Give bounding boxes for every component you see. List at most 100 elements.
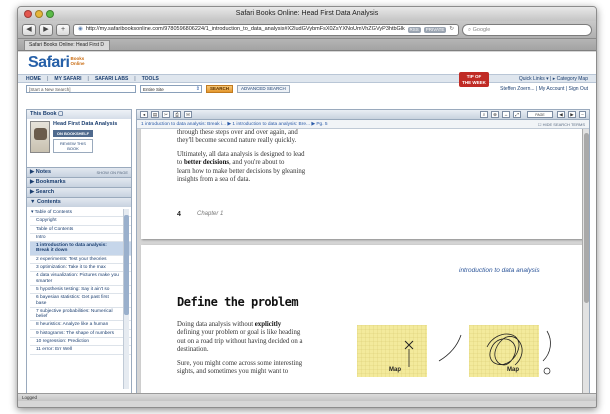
toc-item[interactable]: 2 experiments: Test your theories — [30, 256, 131, 265]
tab-safari-books[interactable]: Safari Books Online: Head First D — [24, 40, 110, 50]
bookmarks-section[interactable]: ▶ Bookmarks — [27, 177, 131, 187]
nav-safari-labs[interactable]: SAFARI LABS — [95, 76, 128, 82]
review-book-button[interactable]: REVIEW THIS BOOK — [53, 139, 93, 153]
text-line: sights, and sometimes you might want to — [177, 368, 289, 376]
nav-home[interactable]: HOME — [26, 76, 41, 82]
contents-label: Contents — [36, 199, 61, 205]
tab-bar: Safari Books Online: Head First D — [18, 39, 596, 51]
nav-tools[interactable]: TOOLS — [142, 76, 159, 82]
scissors-icon: ✂ — [164, 112, 168, 117]
search-input[interactable]: [Start a New Search] — [26, 84, 136, 93]
toc-scrollbar[interactable] — [123, 209, 129, 389]
this-book-label: This Book — [30, 111, 57, 117]
safari-logo[interactable]: Safari Books Online — [28, 55, 84, 71]
toc-item[interactable]: Copyright — [30, 217, 131, 226]
notes-section[interactable]: ▶ Notes SHOW ON PAGE — [27, 167, 131, 177]
sidebar: This Book ▢ Head First Data Analysis ON … — [26, 109, 132, 397]
minus-icon: – — [581, 112, 584, 117]
nav-my-safari[interactable]: MY SAFARI — [54, 76, 81, 82]
on-bookshelf-button[interactable]: ON BOOKSHELF — [53, 130, 93, 137]
toc-item[interactable]: 6 bayesian statistics: Get past first ba… — [30, 294, 131, 308]
viewer-toolbar: ◂ ▤ ✂ ⎙ ✉ ⌕ ⊕ ↔ ⤢ PAGE ◀ ▶ – — [137, 110, 589, 120]
private-badge[interactable]: PRIVATE — [423, 26, 447, 33]
forward-button[interactable]: ▶ — [39, 23, 53, 36]
chevron-left-icon: ◀ — [559, 112, 563, 117]
collapse-sidebar-button[interactable]: ◂ — [140, 111, 148, 118]
back-button[interactable]: ◀ — [22, 23, 36, 36]
category-map-link[interactable]: Category Map — [557, 76, 588, 82]
google-search-placeholder: Google — [472, 26, 491, 33]
toc-item[interactable]: 7 subjective probabilities: Numerical be… — [30, 308, 131, 322]
quick-links-link[interactable]: Quick Links — [519, 76, 545, 82]
breadcrumb-text[interactable]: 1 introduction to data analysis: Break i… — [141, 122, 328, 127]
my-account-link[interactable]: My Account — [539, 86, 565, 92]
previous-page-button[interactable]: ◀ — [557, 111, 565, 118]
reload-icon[interactable]: ↻ — [449, 25, 454, 35]
zoom-in-button[interactable]: ⊕ — [491, 111, 499, 118]
email-button[interactable]: ✉ — [184, 111, 192, 118]
page-viewer[interactable]: through these steps over and over again,… — [137, 129, 589, 397]
search-section[interactable]: ▶ Search — [27, 187, 131, 197]
toc-item[interactable]: Table of Contents — [30, 226, 131, 234]
search-scope-select[interactable]: Entire Site ⇕ — [140, 84, 202, 93]
toc-item[interactable]: 9 histograms: The shape of numbers — [30, 330, 131, 339]
toc-item-selected[interactable]: 1 introduction to data analysis: Break i… — [30, 242, 131, 256]
status-bar: Logged — [18, 393, 596, 401]
rss-badge[interactable]: RSS — [407, 26, 421, 33]
google-search-field[interactable]: ⌕ Google — [462, 23, 592, 36]
book-title[interactable]: Head First Data Analysis — [53, 121, 117, 127]
fit-width-button[interactable]: ↔ — [502, 111, 510, 118]
toc-item[interactable]: 5 hypothesis testing: Say it ain't so — [30, 286, 131, 295]
logo-text: Safari — [28, 54, 70, 71]
tip-of-the-week-badge[interactable]: TIP OF THE WEEK — [459, 72, 489, 87]
zoom-out-button[interactable]: ⌕ — [480, 111, 488, 118]
text-fragment: Doing data analysis without — [177, 321, 255, 328]
sign-out-link[interactable]: Sign Out — [569, 86, 588, 92]
toc-header[interactable]: ▾ Table of Contents — [30, 209, 131, 218]
fullscreen-button[interactable]: ⤢ — [513, 111, 521, 118]
show-on-page-toggle[interactable]: SHOW ON PAGE — [97, 168, 128, 177]
toc-item[interactable]: 10 regression: Prediction — [30, 338, 131, 347]
contents-section[interactable]: ▼ Contents — [27, 197, 131, 207]
header-to: to — [492, 267, 502, 274]
toc-item[interactable]: 8 heuristics: Analyze like a human — [30, 321, 131, 330]
globe-icon: ◉ — [78, 26, 83, 32]
close-window-button[interactable] — [24, 10, 32, 18]
fit-width-icon: ↔ — [503, 112, 509, 117]
magnifier-plus-icon: ⊕ — [493, 112, 497, 117]
minimize-window-button[interactable] — [35, 10, 43, 18]
text-fragment: , and you're about to — [229, 159, 285, 167]
bold-phrase: better decisions — [184, 159, 229, 167]
book-cover-image[interactable] — [30, 121, 50, 153]
collapse-button[interactable]: – — [579, 111, 586, 118]
next-page-button[interactable]: ▶ — [568, 111, 576, 118]
zoom-window-button[interactable] — [46, 10, 54, 18]
cut-icon-button[interactable]: ✂ — [162, 111, 170, 118]
print-button[interactable]: ⎙ — [173, 111, 181, 118]
book-icon: ▢ — [58, 111, 64, 117]
search-button[interactable]: SEARCH — [206, 84, 234, 93]
section-heading: Define the problem — [177, 295, 299, 309]
toc-item[interactable]: 11 error: Err Well — [30, 346, 131, 355]
hide-search-terms-toggle[interactable]: ☐ HIDE SEARCH TERMS — [538, 120, 585, 128]
toc-scroll-thumb[interactable] — [124, 215, 129, 315]
fullscreen-icon: ⤢ — [515, 112, 519, 117]
viewer-scroll-thumb[interactable] — [584, 133, 589, 303]
magnifier-icon: ⌕ — [482, 112, 486, 117]
header-data: data analysis — [501, 267, 540, 274]
back-arrow-icon: ◀ — [26, 25, 32, 33]
page-icon-button[interactable]: ▤ — [151, 111, 159, 118]
page-button[interactable]: PAGE — [527, 111, 553, 118]
text-line: through these steps over and over again,… — [177, 129, 298, 136]
address-bar[interactable]: ◉ http://my.safaribooksonline.com/978059… — [73, 23, 459, 36]
toc-item[interactable]: Intro — [30, 234, 131, 243]
toc-item[interactable]: 3 optimization: Take it to the max — [30, 264, 131, 273]
add-bookmark-button[interactable]: + — [56, 23, 70, 36]
advanced-search-button[interactable]: ADVANCED SEARCH — [237, 84, 290, 93]
forward-arrow-icon: ▶ — [43, 25, 49, 33]
toc-item[interactable]: 4 data visualization: Pictures make you … — [30, 272, 131, 286]
toc-header-label: Table of Contents — [34, 210, 72, 215]
status-text: Logged — [22, 395, 38, 400]
envelope-icon: ✉ — [186, 112, 190, 117]
viewer-scrollbar[interactable] — [582, 129, 589, 397]
